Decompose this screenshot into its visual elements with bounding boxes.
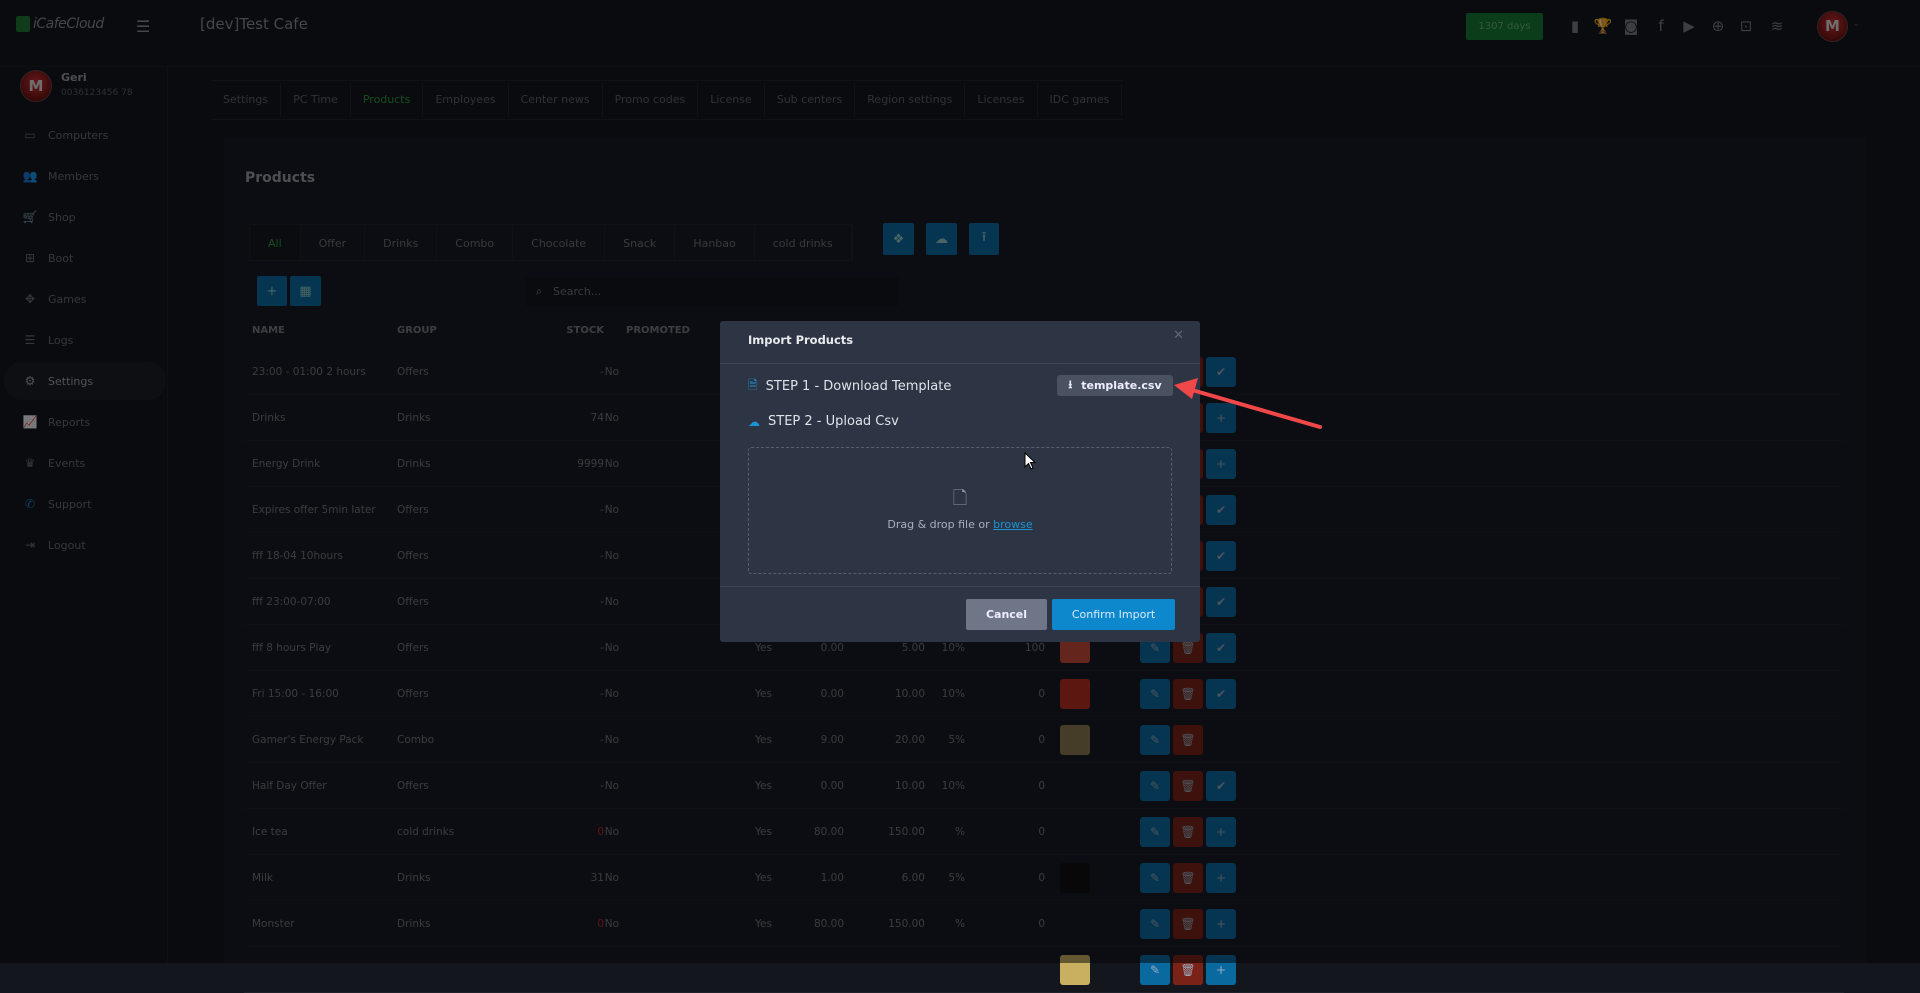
edit-icon: ✎ [1149, 963, 1161, 977]
plus-icon: + [1215, 963, 1227, 977]
annotation-arrow [1174, 378, 1322, 429]
mouse-cursor-icon [1024, 452, 1037, 470]
trash-icon: 🗑 [1180, 963, 1196, 977]
